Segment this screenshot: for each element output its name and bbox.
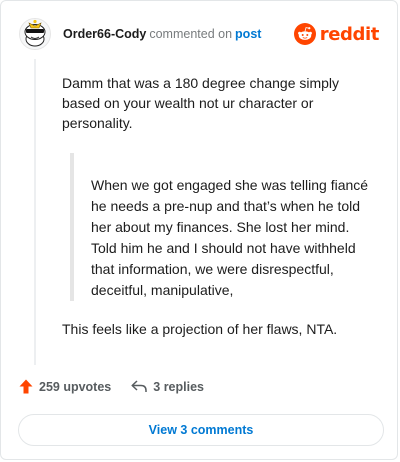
quote-text: When we got engaged she was telling fian… [91, 177, 369, 298]
snoo-avatar-icon[interactable] [19, 18, 51, 50]
quote-block: When we got engaged she was telling fian… [70, 153, 370, 301]
upvote-button[interactable]: 259 upvotes [19, 379, 111, 394]
reddit-logo-icon [293, 23, 316, 45]
reply-arrow-icon [131, 380, 148, 392]
reddit-wordmark: reddit [319, 23, 380, 45]
comment-actions: 259 upvotes 3 replies [19, 379, 204, 394]
comment-closing-text: This feels like a projection of her flaw… [62, 321, 338, 337]
comment-body: Damm that was a 180 degree change simply… [62, 73, 372, 133]
upvote-arrow-icon [19, 379, 33, 394]
upvote-count: 259 upvotes [39, 379, 112, 394]
view-comments-label: View 3 comments [148, 423, 254, 437]
author-username[interactable]: Order66-Cody [63, 27, 146, 41]
view-comments-button[interactable]: View 3 comments [18, 414, 384, 446]
commented-on-text: commented on [149, 27, 233, 41]
comment-meta: Order66-Cody commented on post [63, 27, 261, 41]
reply-button[interactable]: 3 replies [131, 380, 204, 394]
reply-count: 3 replies [153, 379, 204, 394]
comment-paragraph: Damm that was a 180 degree change simply… [62, 75, 340, 131]
comment-header: Order66-Cody commented on post reddit [19, 17, 379, 51]
thread-line [34, 59, 36, 365]
comment-card: Order66-Cody commented on post reddit Damm… [0, 0, 398, 460]
reddit-brand[interactable]: reddit [293, 23, 380, 45]
post-link[interactable]: post [235, 27, 261, 41]
